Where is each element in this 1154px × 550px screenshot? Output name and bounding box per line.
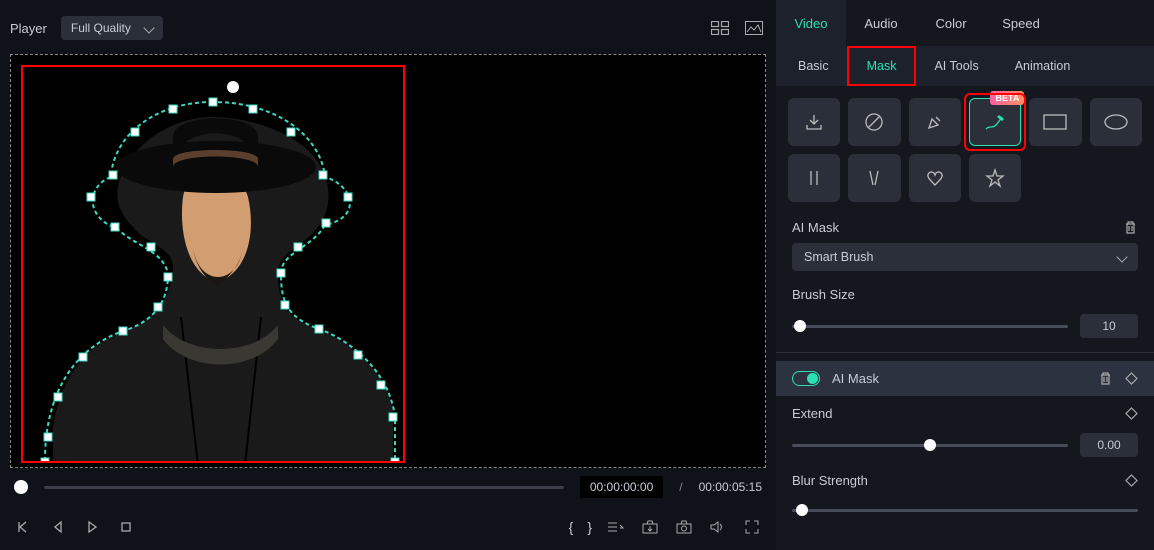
mask-handle[interactable]	[277, 269, 286, 278]
extend-slider[interactable]	[792, 435, 1068, 455]
mask-handle[interactable]	[164, 273, 173, 282]
grid-view-icon[interactable]	[708, 16, 732, 40]
ai-mask-toggle[interactable]	[792, 371, 820, 386]
play-backward-button[interactable]	[48, 517, 68, 537]
blur-slider[interactable]	[792, 500, 1138, 520]
mask-type-value: Smart Brush	[804, 250, 873, 264]
mask-handle[interactable]	[79, 353, 88, 362]
timecode-separator: /	[679, 480, 682, 494]
mark-in-button[interactable]: {	[569, 519, 574, 535]
mask-handle[interactable]	[169, 105, 178, 114]
beta-badge: BETA	[990, 91, 1024, 105]
volume-button[interactable]	[708, 517, 728, 537]
quality-value: Full Quality	[71, 21, 131, 35]
mask-handle[interactable]	[377, 381, 386, 390]
prev-frame-button[interactable]	[14, 517, 34, 537]
mask-single-line-button[interactable]	[788, 154, 840, 202]
playhead[interactable]	[14, 480, 28, 494]
mask-handle[interactable]	[131, 128, 140, 137]
extend-label: Extend	[792, 406, 832, 421]
mark-out-button[interactable]: }	[587, 519, 592, 535]
timecode-duration: 00:00:05:15	[699, 480, 762, 494]
timecode-current[interactable]: 00:00:00:00	[580, 476, 663, 498]
player-label: Player	[10, 21, 47, 36]
blur-label: Blur Strength	[792, 473, 868, 488]
mask-double-line-button[interactable]	[848, 154, 900, 202]
play-button[interactable]	[82, 517, 102, 537]
fullscreen-button[interactable]	[742, 517, 762, 537]
extend-keyframe-button[interactable]	[1125, 407, 1138, 420]
mask-handle[interactable]	[344, 193, 353, 202]
ai-mask-keyframe-button[interactable]	[1125, 372, 1138, 385]
subtab-basic[interactable]: Basic	[780, 46, 847, 86]
mask-handle[interactable]	[111, 223, 120, 232]
chevron-down-icon	[143, 22, 154, 33]
mask-handle[interactable]	[119, 327, 128, 336]
chevron-down-icon	[1116, 251, 1127, 262]
export-frame-button[interactable]	[640, 517, 660, 537]
main-tabs: Video Audio Color Speed	[776, 0, 1154, 46]
mask-handle[interactable]	[87, 193, 96, 202]
mask-handle[interactable]	[389, 413, 398, 422]
mask-pen-button[interactable]	[909, 98, 961, 146]
masked-subject	[23, 67, 405, 463]
subtab-aitools[interactable]: AI Tools	[916, 46, 996, 86]
picture-icon[interactable]	[742, 16, 766, 40]
mask-handle[interactable]	[41, 458, 50, 464]
brush-size-label: Brush Size	[792, 287, 1138, 302]
ai-mask-delete-button[interactable]	[1098, 371, 1113, 386]
mask-import-button[interactable]	[788, 98, 840, 146]
blur-keyframe-button[interactable]	[1125, 474, 1138, 487]
mask-ellipse-button[interactable]	[1090, 98, 1142, 146]
delete-mask-button[interactable]	[1123, 220, 1138, 235]
ai-mask-title: AI Mask	[792, 220, 839, 235]
mask-handle[interactable]	[354, 351, 363, 360]
tab-speed[interactable]: Speed	[986, 0, 1056, 46]
mask-heart-button[interactable]	[909, 154, 961, 202]
brush-size-slider[interactable]	[792, 316, 1068, 336]
mask-handle[interactable]	[287, 128, 296, 137]
snapshot-button[interactable]	[674, 517, 694, 537]
brush-size-value[interactable]: 10	[1080, 314, 1138, 338]
quality-dropdown[interactable]: Full Quality	[61, 16, 163, 40]
tab-audio[interactable]: Audio	[846, 0, 916, 46]
tab-video[interactable]: Video	[776, 0, 846, 46]
sub-tabs: Basic Mask AI Tools Animation	[776, 46, 1154, 86]
mask-handle[interactable]	[281, 301, 290, 310]
seek-track[interactable]	[44, 486, 564, 489]
mask-handle[interactable]	[44, 433, 53, 442]
ai-mask-row-label: AI Mask	[832, 371, 1086, 386]
mask-handle[interactable]	[209, 98, 218, 107]
mask-rectangle-button[interactable]	[1029, 98, 1081, 146]
mask-rotation-handle[interactable]	[227, 81, 239, 93]
selection-bounding-box	[21, 65, 405, 463]
mask-handle[interactable]	[109, 171, 118, 180]
marker-menu-button[interactable]	[606, 517, 626, 537]
stop-button[interactable]	[116, 517, 136, 537]
mask-handle[interactable]	[54, 393, 63, 402]
mask-handle[interactable]	[249, 105, 258, 114]
mask-type-dropdown[interactable]: Smart Brush	[792, 243, 1138, 271]
mask-handle[interactable]	[319, 171, 328, 180]
mask-none-button[interactable]	[848, 98, 900, 146]
subtab-mask[interactable]: Mask	[847, 46, 917, 86]
mask-handle[interactable]	[315, 325, 324, 334]
preview-viewport[interactable]	[10, 54, 766, 468]
tab-color[interactable]: Color	[916, 0, 986, 46]
mask-handle[interactable]	[294, 243, 303, 252]
mask-handle[interactable]	[322, 219, 331, 228]
mask-brush-button[interactable]: BETA	[969, 98, 1021, 146]
subtab-animation[interactable]: Animation	[997, 46, 1089, 86]
extend-value[interactable]: 0.00	[1080, 433, 1138, 457]
mask-star-button[interactable]	[969, 154, 1021, 202]
mask-handle[interactable]	[154, 303, 163, 312]
mask-handle[interactable]	[391, 458, 400, 464]
mask-handle[interactable]	[147, 243, 156, 252]
